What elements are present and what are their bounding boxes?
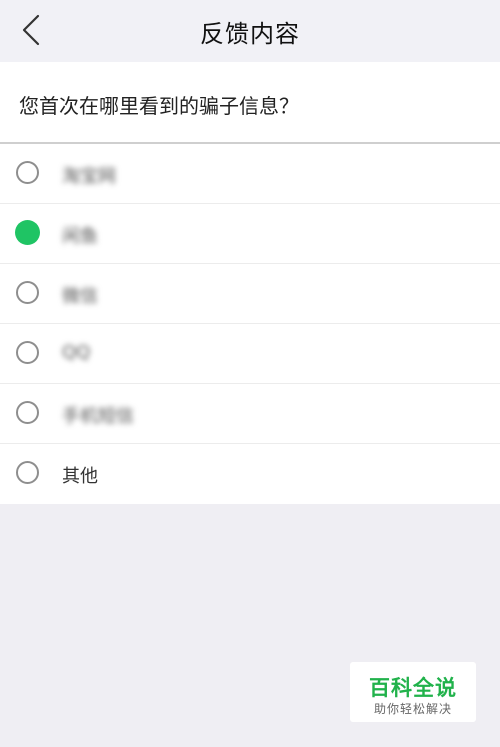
option-label: 手机短信 [62,406,134,427]
option-sms[interactable]: 手机短信 [0,384,500,444]
nav-bar: 反馈内容 [0,0,500,62]
question-section: 您首次在哪里看到的骗子信息？ [0,62,500,143]
page-title: 反馈内容 [200,20,300,48]
option-taobao[interactable]: 淘宝网 [0,144,500,204]
option-wechat[interactable]: 微信 [0,264,500,324]
option-other[interactable]: 其他 [0,444,500,504]
option-label: 闲鱼 [62,226,98,247]
radio-button-selected[interactable] [15,220,40,245]
radio-button[interactable] [16,341,39,364]
radio-button[interactable] [16,401,39,424]
option-label: 其他 [62,466,98,487]
option-label: QQ [62,342,91,363]
option-qq[interactable]: QQ [0,324,500,384]
option-label: 微信 [62,286,98,307]
watermark-title: 百科全说 [369,676,457,700]
radio-button[interactable] [16,461,39,484]
question-text: 您首次在哪里看到的骗子信息？ [19,94,299,118]
radio-button[interactable] [16,281,39,304]
option-label: 淘宝网 [62,166,116,187]
radio-button[interactable] [16,161,39,184]
option-xianyu[interactable]: 闲鱼 [0,204,500,264]
watermark-logo: 百科全说 助你轻松解决 [350,662,476,722]
watermark-subtitle: 助你轻松解决 [373,702,452,716]
option-list: 淘宝网 闲鱼 微信 QQ 手机短信 其他 [0,144,500,504]
